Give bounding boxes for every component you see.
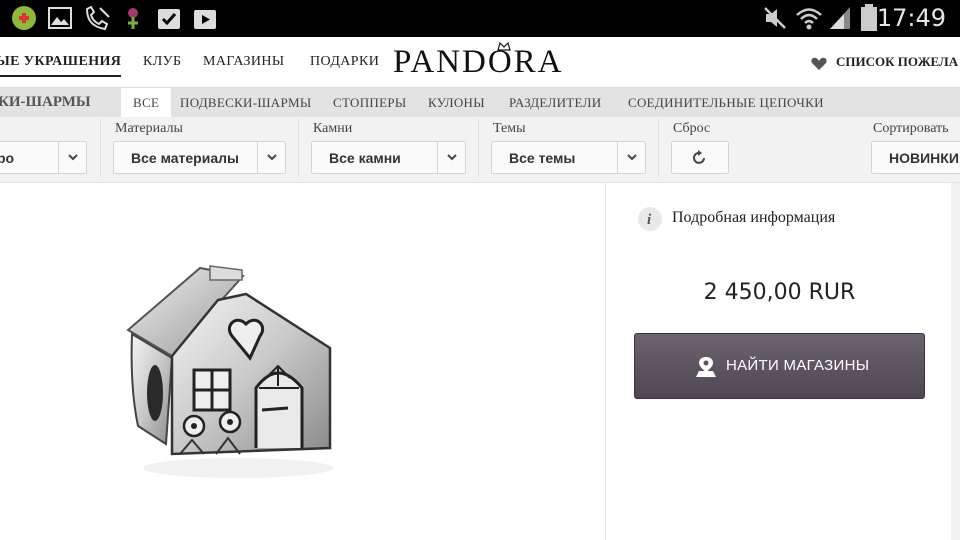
filter-divider (298, 119, 299, 177)
sort-label: Сортировать (873, 121, 949, 136)
filter-bar: ро Материалы Все материалы Камни Все кам… (0, 117, 960, 183)
top-navigation: ЫЕ УКРАШЕНИЯ КЛУБ МАГАЗИНЫ ПОДАРКИ PANDO… (0, 37, 960, 88)
themes-label: Темы (493, 121, 526, 136)
category-title: КИ-ШАРМЫ (0, 94, 91, 110)
tab-spacers[interactable]: РАЗДЕЛИТЕЛИ (509, 88, 601, 117)
missed-call-icon (85, 5, 110, 31)
flower-icon (128, 8, 138, 29)
tab-stoppers[interactable]: СТОППЕРЫ (333, 88, 407, 117)
clock: 17:49 (876, 4, 946, 32)
crown-icon (497, 41, 511, 51)
nav-stores[interactable]: МАГАЗИНЫ (203, 54, 285, 70)
reset-label: Сброс (673, 121, 711, 136)
sort-select-value: НОВИНКИ (889, 150, 959, 166)
heart-icon (811, 57, 827, 70)
collection-select[interactable]: ро (0, 141, 87, 174)
tab-connecting-chains[interactable]: СОЕДИНИТЕЛЬНЫЕ ЦЕПОЧКИ (628, 88, 824, 117)
chevron-down-icon (257, 142, 285, 173)
find-stores-button[interactable]: НАЙТИ МАГАЗИНЫ (634, 333, 925, 399)
chevron-down-icon (437, 142, 465, 173)
svg-text:i: i (647, 212, 652, 228)
themes-select-value: Все темы (509, 150, 576, 166)
filter-divider (478, 119, 479, 177)
themes-select[interactable]: Все темы (491, 141, 646, 174)
materials-label: Материалы (115, 121, 183, 136)
materials-select-value: Все материалы (131, 150, 239, 166)
tab-all[interactable]: ВСЕ (121, 88, 172, 117)
stones-select-value: Все камни (329, 150, 401, 166)
reset-icon (693, 150, 705, 164)
reset-button[interactable] (671, 141, 729, 174)
tab-pendant-charms[interactable]: ПОДВЕСКИ-ШАРМЫ (180, 88, 312, 117)
nav-club[interactable]: КЛУБ (143, 54, 181, 70)
wishlist-link[interactable]: СПИСОК ПОЖЕЛА (836, 54, 958, 70)
app-notification-icon (12, 6, 36, 30)
stones-select[interactable]: Все камни (311, 141, 466, 174)
product-image-house-charm[interactable] (118, 258, 338, 483)
wifi-icon (796, 8, 822, 30)
info-icon[interactable]: i (638, 207, 662, 231)
chevron-down-icon (617, 142, 645, 173)
map-pin-icon (696, 357, 716, 377)
stones-label: Камни (313, 121, 353, 136)
filter-divider (100, 119, 101, 177)
panel-divider (605, 183, 606, 540)
clipboard-check-icon (158, 9, 180, 29)
product-details-link[interactable]: Подробная информация (672, 209, 835, 227)
signal-icon (830, 7, 850, 29)
nav-jewelry[interactable]: ЫЕ УКРАШЕНИЯ (0, 54, 122, 77)
find-stores-label: НАЙТИ МАГАЗИНЫ (726, 357, 870, 374)
collection-select-value: ро (0, 150, 15, 166)
nav-gifts[interactable]: ПОДАРКИ (310, 54, 379, 70)
gallery-icon (48, 7, 72, 29)
scrollbar[interactable] (951, 183, 960, 540)
materials-select[interactable]: Все материалы (113, 141, 286, 174)
category-bar: КИ-ШАРМЫ ВСЕ ПОДВЕСКИ-ШАРМЫ СТОППЕРЫ КУЛ… (0, 88, 960, 117)
status-bar: 17:49 (0, 0, 960, 37)
pandora-logo[interactable]: PANDORA (393, 44, 564, 81)
filter-divider (658, 119, 659, 177)
sort-select[interactable]: НОВИНКИ (871, 141, 960, 174)
mute-icon (764, 7, 786, 29)
play-store-icon (194, 10, 216, 29)
tab-pendants[interactable]: КУЛОНЫ (428, 88, 485, 117)
chevron-down-icon (58, 142, 86, 173)
product-price: 2 450,00 RUR (703, 280, 856, 305)
